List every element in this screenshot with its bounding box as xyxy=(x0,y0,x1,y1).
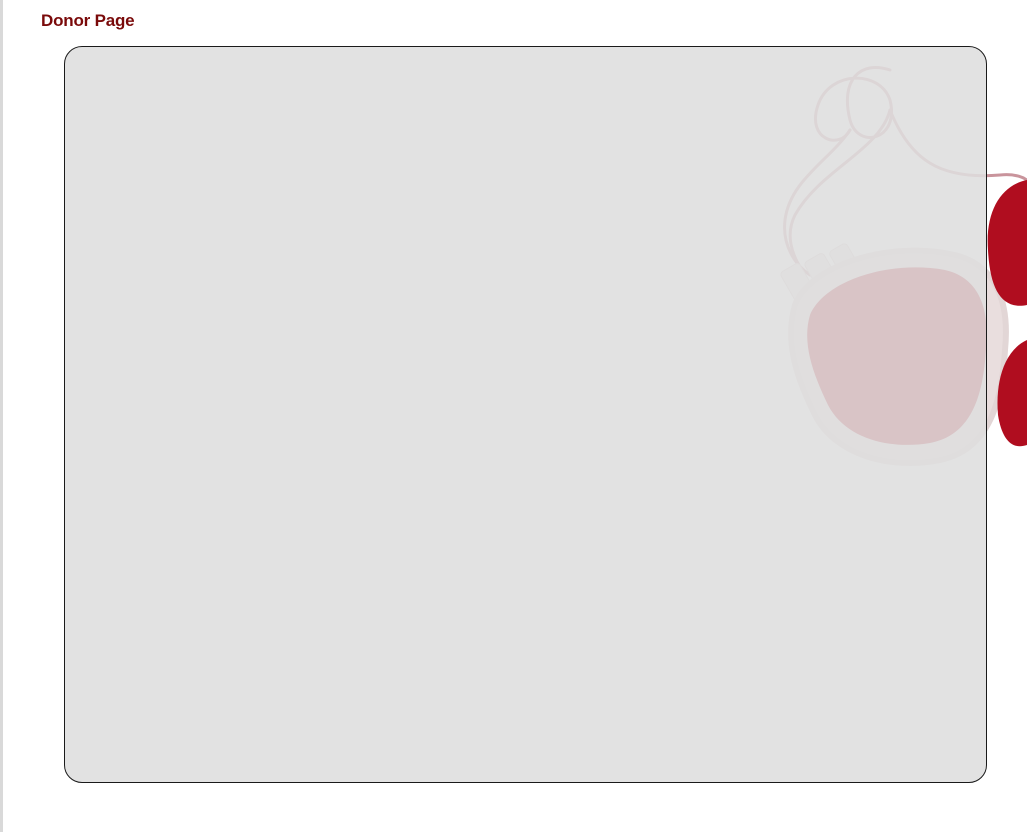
left-edge-divider xyxy=(0,0,3,832)
content-panel xyxy=(64,46,987,783)
donor-page: Donor Page xyxy=(0,0,1027,832)
page-title: Donor Page xyxy=(41,11,135,30)
